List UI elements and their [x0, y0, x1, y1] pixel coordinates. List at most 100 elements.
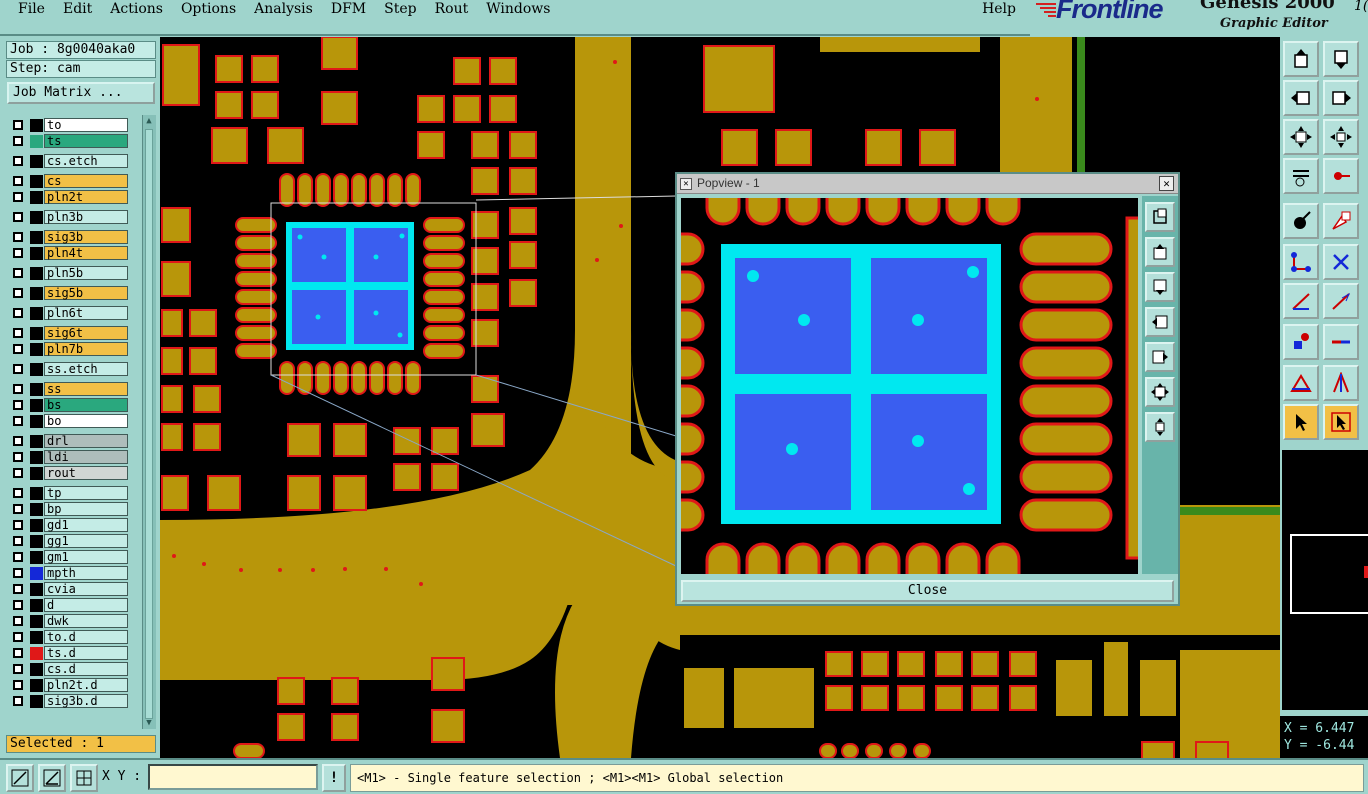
layer-checkbox[interactable]: [13, 136, 23, 146]
layer-checkbox[interactable]: [13, 232, 23, 242]
layer-color-swatch[interactable]: [30, 435, 43, 448]
angle-mode-icon[interactable]: [38, 764, 66, 792]
layer-name[interactable]: gm1: [44, 550, 128, 564]
layer-row[interactable]: pln2t: [9, 189, 129, 205]
measure-icon[interactable]: [1283, 158, 1319, 194]
pointer-select-icon[interactable]: [1323, 404, 1359, 440]
layer-name[interactable]: bs: [44, 398, 128, 412]
job-matrix-button[interactable]: Job Matrix ...: [7, 82, 155, 104]
menu-windows[interactable]: Windows: [477, 1, 559, 17]
alert-icon[interactable]: !: [322, 764, 346, 792]
layer-color-swatch[interactable]: [30, 231, 43, 244]
layer-color-swatch[interactable]: [30, 363, 43, 376]
line-angle-icon[interactable]: [1323, 283, 1359, 319]
delete-cross-icon[interactable]: [1323, 244, 1359, 280]
layer-name[interactable]: pln7b: [44, 342, 128, 356]
layer-color-swatch[interactable]: [30, 535, 43, 548]
layer-name[interactable]: cs.etch: [44, 154, 128, 168]
layer-checkbox[interactable]: [13, 156, 23, 166]
layer-name[interactable]: ts.d: [44, 646, 128, 660]
layer-checkbox[interactable]: [13, 648, 23, 658]
layer-row[interactable]: gm1: [9, 549, 129, 565]
layer-row[interactable]: bp: [9, 501, 129, 517]
layer-row[interactable]: cs.etch: [9, 153, 129, 169]
layer-row[interactable]: cs: [9, 173, 129, 189]
zoom-window-icon[interactable]: [1145, 202, 1175, 232]
layer-name[interactable]: cs.d: [44, 662, 128, 676]
layer-color-swatch[interactable]: [30, 247, 43, 260]
layer-row[interactable]: d: [9, 597, 129, 613]
layer-name[interactable]: dwk: [44, 614, 128, 628]
layer-checkbox[interactable]: [13, 680, 23, 690]
snap-mode-icon[interactable]: [6, 764, 34, 792]
pan-up-icon[interactable]: [1283, 41, 1319, 77]
menu-edit[interactable]: Edit: [54, 1, 101, 17]
layer-row[interactable]: rout: [9, 465, 129, 481]
layer-row[interactable]: sig3b.d: [9, 693, 129, 709]
layer-color-swatch[interactable]: [30, 467, 43, 480]
layer-checkbox[interactable]: [13, 328, 23, 338]
layer-name[interactable]: pln2t: [44, 190, 128, 204]
layer-name[interactable]: gd1: [44, 518, 128, 532]
layer-checkbox[interactable]: [13, 212, 23, 222]
layer-row[interactable]: ts: [9, 133, 129, 149]
layer-row[interactable]: pln4t: [9, 245, 129, 261]
layer-color-swatch[interactable]: [30, 551, 43, 564]
zoom-home-icon[interactable]: [1145, 377, 1175, 407]
layer-color-swatch[interactable]: [30, 695, 43, 708]
close-button[interactable]: Close: [681, 580, 1174, 602]
triangle-tool-icon[interactable]: [1283, 365, 1319, 401]
layer-checkbox[interactable]: [13, 504, 23, 514]
layer-checkbox[interactable]: [13, 268, 23, 278]
layer-checkbox[interactable]: [13, 696, 23, 706]
layer-checkbox[interactable]: [13, 416, 23, 426]
layer-row[interactable]: drl: [9, 433, 129, 449]
layer-name[interactable]: bp: [44, 502, 128, 516]
layer-row[interactable]: gg1: [9, 533, 129, 549]
layer-checkbox[interactable]: [13, 344, 23, 354]
zoom-fit-icon[interactable]: [1145, 412, 1175, 442]
overview-map[interactable]: [1282, 450, 1368, 710]
layer-color-swatch[interactable]: [30, 155, 43, 168]
menu-actions[interactable]: Actions: [101, 1, 172, 17]
menu-dfm[interactable]: DFM: [322, 1, 375, 17]
layer-name[interactable]: ts: [44, 134, 128, 148]
layer-color-swatch[interactable]: [30, 567, 43, 580]
arrow-up-tool-icon[interactable]: [1323, 365, 1359, 401]
layer-color-swatch[interactable]: [30, 647, 43, 660]
layer-row[interactable]: pln7b: [9, 341, 129, 357]
layer-checkbox[interactable]: [13, 600, 23, 610]
layer-color-swatch[interactable]: [30, 451, 43, 464]
layer-checkbox[interactable]: [13, 452, 23, 462]
layer-name[interactable]: ss.etch: [44, 362, 128, 376]
layer-checkbox[interactable]: [13, 552, 23, 562]
layer-name[interactable]: ldi: [44, 450, 128, 464]
layer-color-swatch[interactable]: [30, 663, 43, 676]
layer-name[interactable]: d: [44, 598, 128, 612]
layer-name[interactable]: tp: [44, 486, 128, 500]
menu-step[interactable]: Step: [375, 1, 425, 17]
layer-row[interactable]: ts.d: [9, 645, 129, 661]
edit-shape-icon[interactable]: [1323, 203, 1359, 239]
layer-checkbox[interactable]: [13, 364, 23, 374]
layer-checkbox[interactable]: [13, 468, 23, 478]
zoom-fit-icon[interactable]: [1323, 119, 1359, 155]
layer-name[interactable]: gg1: [44, 534, 128, 548]
layer-checkbox[interactable]: [13, 248, 23, 258]
xy-input[interactable]: [148, 764, 318, 790]
layer-checkbox[interactable]: [13, 536, 23, 546]
layer-row[interactable]: pln2t.d: [9, 677, 129, 693]
menu-file[interactable]: File: [0, 1, 54, 17]
layer-color-swatch[interactable]: [30, 119, 43, 132]
split-line-icon[interactable]: [1323, 324, 1359, 360]
layer-color-swatch[interactable]: [30, 487, 43, 500]
layer-row[interactable]: cs.d: [9, 661, 129, 677]
popview-titlebar[interactable]: ✕ Popview - 1 ✕: [677, 174, 1178, 194]
layer-row[interactable]: pln3b: [9, 209, 129, 225]
layer-row[interactable]: ldi: [9, 449, 129, 465]
layer-name[interactable]: ss: [44, 382, 128, 396]
layer-row[interactable]: pln6t: [9, 305, 129, 321]
layer-color-swatch[interactable]: [30, 211, 43, 224]
layer-color-swatch[interactable]: [30, 191, 43, 204]
layer-checkbox[interactable]: [13, 436, 23, 446]
